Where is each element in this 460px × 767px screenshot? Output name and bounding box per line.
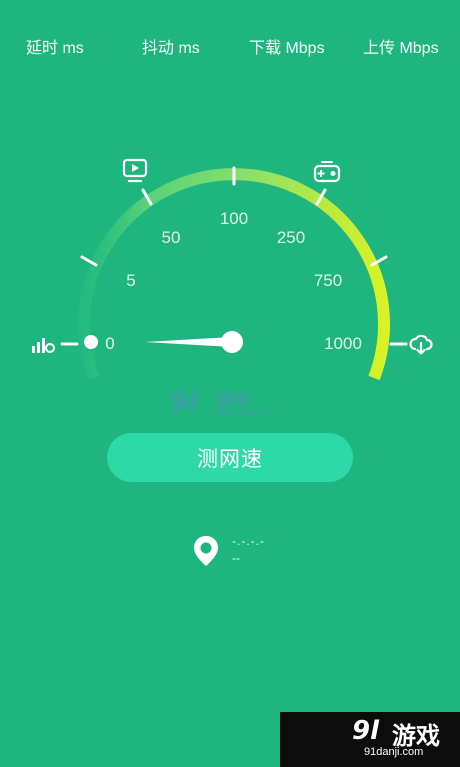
latency-label: 延时 ms	[26, 40, 84, 57]
upload-label: 上传 Mbps	[363, 40, 439, 57]
scale-label-1000: 1000	[324, 334, 362, 353]
scale-label-50: 50	[161, 228, 181, 247]
scale-label-250: 250	[276, 228, 306, 247]
scale-label-750: 750	[313, 271, 343, 290]
scale-label-5: 5	[126, 271, 136, 290]
corner-watermark-url: 91danji.com	[364, 746, 424, 758]
corner-watermark-logo: 9l	[352, 716, 380, 746]
scale-label-100: 100	[219, 209, 249, 228]
location-isp: --	[232, 551, 240, 565]
location-pin-icon	[193, 535, 219, 572]
needle-hub	[221, 331, 243, 353]
jitter-label: 抖动 ms	[142, 40, 200, 57]
download-label: 下载 Mbps	[249, 40, 325, 57]
needle-zero-dot	[84, 335, 98, 349]
gauge-needle	[145, 337, 232, 347]
watermark-logo: 9l	[170, 388, 198, 418]
watermark-url: 91danji.com	[216, 407, 265, 417]
location-ip: -.-.-.-	[232, 534, 265, 548]
speed-gauge: 0 5 50 100 250 750 1000	[0, 150, 460, 400]
test-speed-button[interactable]: 测网速	[107, 433, 353, 482]
scale-label-0: 0	[105, 334, 115, 353]
gauge-graphic	[60, 166, 408, 381]
stats-header: 延时 ms 抖动 ms 下载 Mbps 上传 Mbps	[0, 34, 460, 58]
